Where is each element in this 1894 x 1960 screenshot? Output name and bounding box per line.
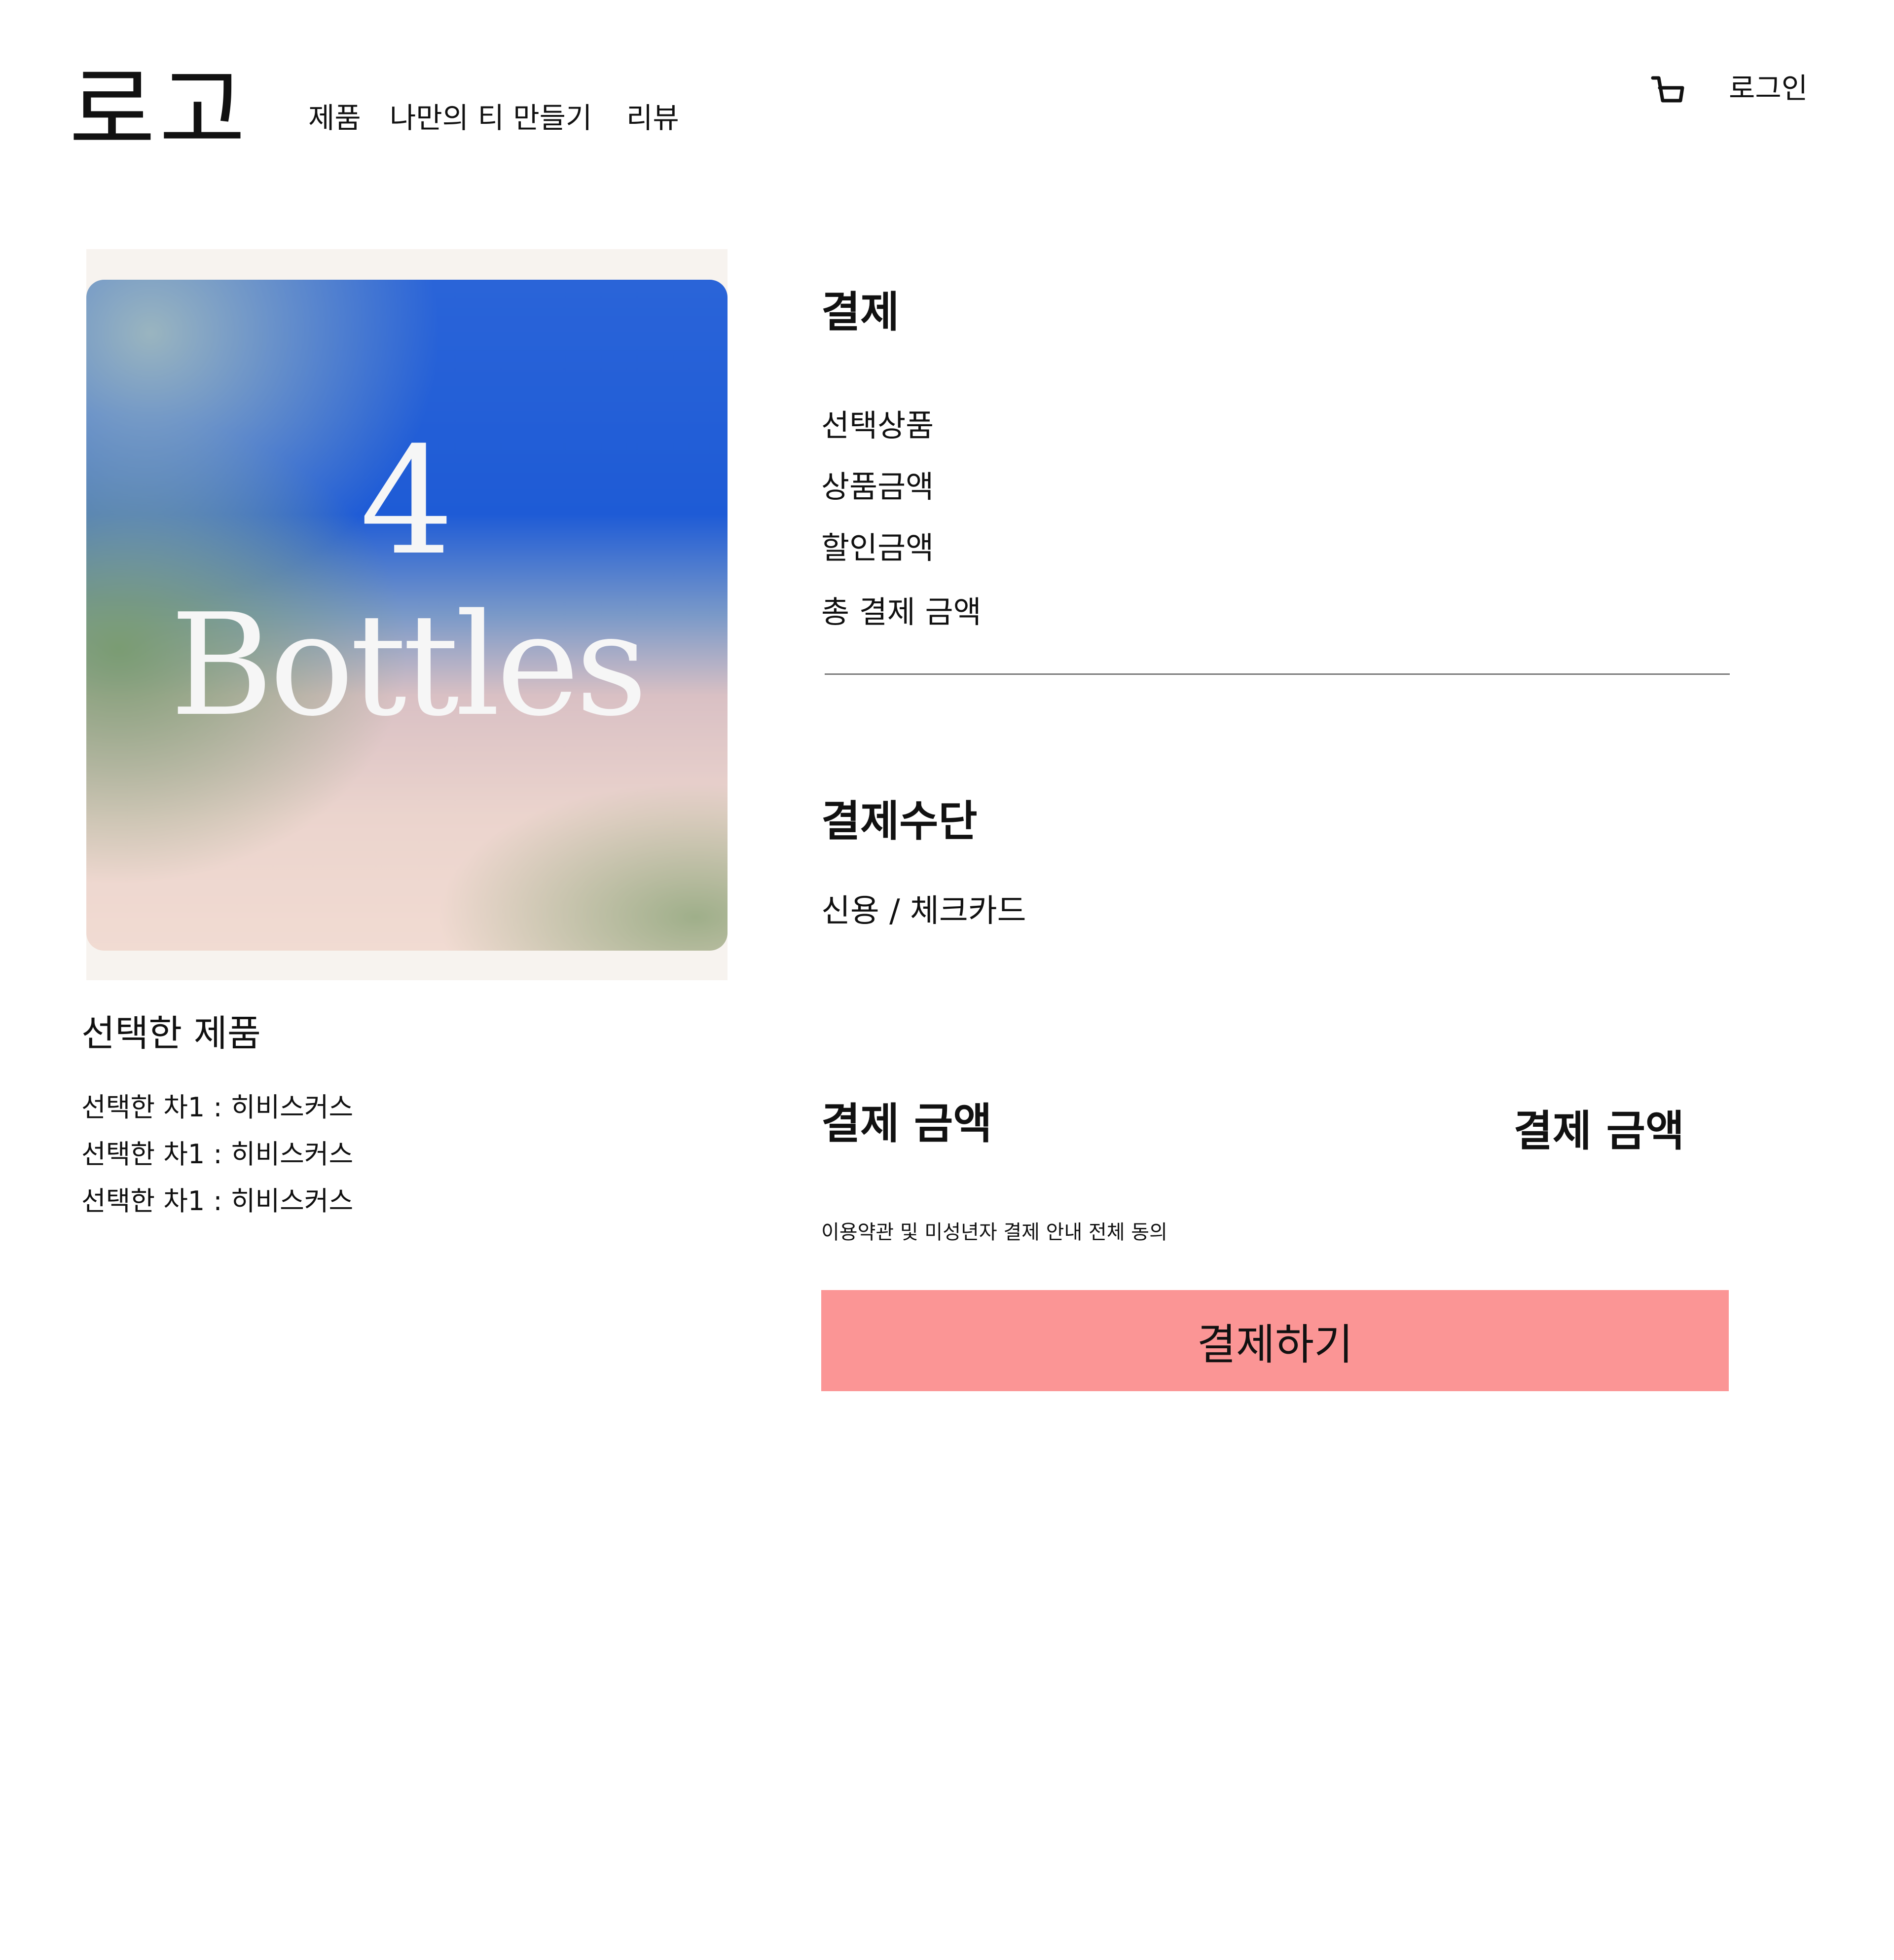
product-image-word: Bottles bbox=[170, 584, 648, 747]
pay-button[interactable]: 결제하기 bbox=[821, 1290, 1729, 1391]
product-image: 4 Bottles bbox=[86, 249, 728, 980]
selected-item: 선택한 차1 : 히비스커스 bbox=[81, 1092, 354, 1123]
summary-product-amount-label: 상품금액 bbox=[821, 469, 934, 505]
nav-item-reviews[interactable]: 리뷰 bbox=[626, 104, 679, 132]
payment-amount-label: 결제 금액 bbox=[821, 1099, 992, 1148]
payment-method-option[interactable]: 신용 / 체크카드 bbox=[821, 895, 1026, 927]
nav-item-products[interactable]: 제품 bbox=[308, 104, 361, 132]
terms-agreement[interactable]: 이용약관 및 미성년자 결제 안내 전체 동의 bbox=[821, 1222, 1167, 1242]
product-image-card: 4 Bottles bbox=[86, 280, 728, 951]
selected-item: 선택한 차1 : 히비스커스 bbox=[81, 1185, 354, 1217]
summary-discount-label: 할인금액 bbox=[821, 530, 934, 566]
summary-total-label: 총 결제 금액 bbox=[821, 594, 982, 630]
login-link[interactable]: 로그인 bbox=[1729, 74, 1808, 103]
payment-method-title: 결제수단 bbox=[821, 797, 978, 846]
summary-divider bbox=[825, 673, 1730, 675]
nav-item-make-tea[interactable]: 나만의 티 만들기 bbox=[390, 104, 592, 132]
summary-selected-product-label: 선택상품 bbox=[821, 407, 934, 444]
product-image-number: 4 bbox=[360, 415, 454, 588]
selected-item: 선택한 차1 : 히비스커스 bbox=[81, 1139, 354, 1170]
payment-title: 결제 bbox=[821, 288, 900, 337]
logo[interactable]: 로고 bbox=[69, 64, 250, 158]
payment-amount-value: 결제 금액 bbox=[1513, 1107, 1684, 1156]
cart-icon[interactable] bbox=[1650, 73, 1689, 112]
selected-products-title: 선택한 제품 bbox=[81, 1012, 261, 1055]
